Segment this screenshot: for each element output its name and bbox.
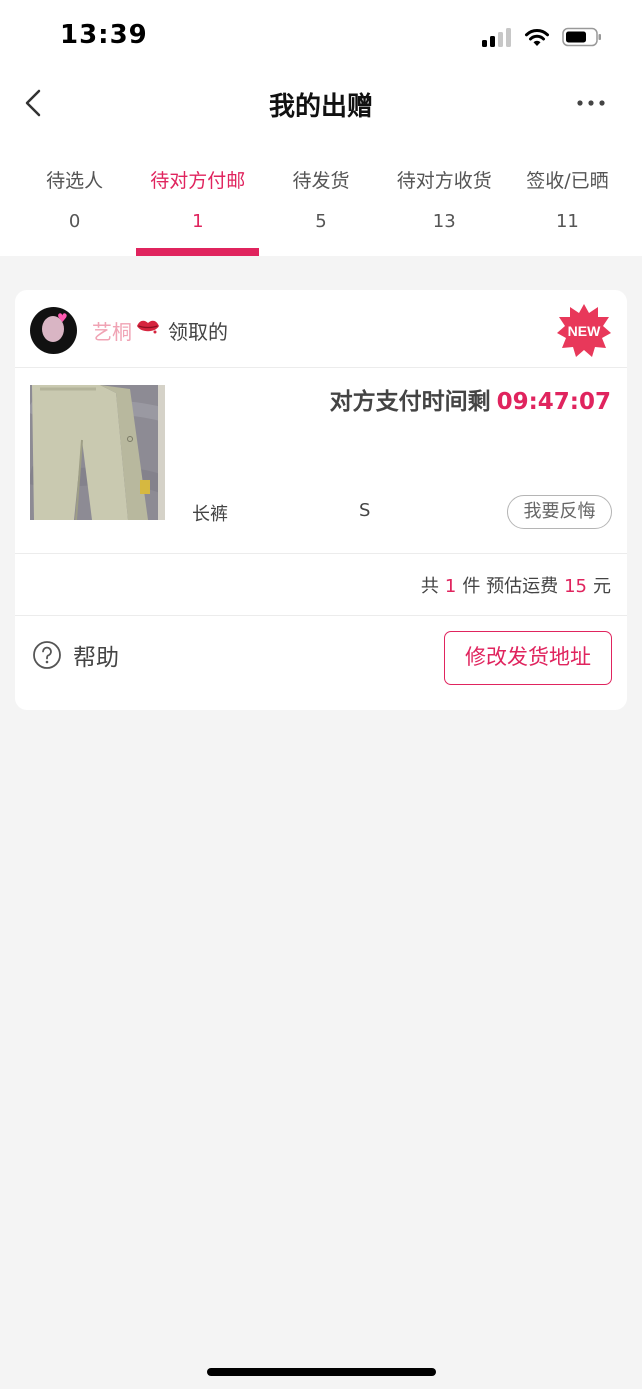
tab-label: 签收/已晒 xyxy=(526,170,609,192)
wifi-icon xyxy=(525,29,549,46)
order-summary: 共1件 预估运费 15 元 xyxy=(421,572,611,598)
item-count: 1 xyxy=(444,576,457,597)
item-name: 长裤 xyxy=(192,504,228,525)
tab-pending-receipt[interactable]: 待对方收货 13 xyxy=(383,166,506,256)
home-indicator[interactable] xyxy=(207,1368,436,1376)
new-starburst-icon: NEW xyxy=(557,304,611,357)
shipping-fee: 15 xyxy=(564,576,587,597)
lips-icon xyxy=(137,320,159,334)
divider xyxy=(15,553,627,554)
username[interactable]: 艺桐 xyxy=(92,316,132,345)
tab-pending-select[interactable]: 待选人 0 xyxy=(13,166,136,256)
tab-label: 待对方收货 xyxy=(396,170,492,192)
avatar[interactable]: ♥ xyxy=(30,307,77,354)
tab-label: 待对方付邮 xyxy=(150,170,246,192)
status-time: 13:39 xyxy=(60,20,148,50)
tab-count: 5 xyxy=(315,211,327,232)
heart-icon: ♥ xyxy=(57,311,68,325)
summary-unit: 件 预估运费 xyxy=(462,576,559,597)
tab-pending-shipment[interactable]: 待发货 5 xyxy=(259,166,382,256)
page-title: 我的出赠 xyxy=(268,92,373,122)
payment-countdown: 对方支付时间剩 09:47:07 xyxy=(330,382,611,416)
pants-photo xyxy=(30,385,165,520)
status-tabs: 待选人 0 待对方付邮 1 待发货 5 待对方收货 13 签收/已晒 11 xyxy=(13,166,629,256)
signal-icon xyxy=(482,28,511,47)
tab-pending-postage[interactable]: 待对方付邮 1 xyxy=(136,166,260,256)
item-size: S xyxy=(359,500,371,521)
product-image[interactable] xyxy=(30,385,165,520)
tab-count: 11 xyxy=(555,211,579,232)
battery-icon xyxy=(562,27,601,47)
tab-label: 待选人 xyxy=(46,170,104,192)
currency: 元 xyxy=(593,576,611,597)
countdown-time: 09:47:07 xyxy=(496,389,611,415)
tab-count: 0 xyxy=(68,211,81,232)
tab-received-shared[interactable]: 签收/已晒 11 xyxy=(506,166,629,256)
question-circle-icon xyxy=(33,641,61,669)
help-label: 帮助 xyxy=(73,645,119,671)
order-card: ♥ 艺桐 领取的 NEW 对方支付时间剩 09:47:07 长裤 S 我要反悔 … xyxy=(15,290,627,710)
top-section: 13:39 我的出赠 待选人 0 待对方付邮 1 待发货 5 待对方收货 13 … xyxy=(0,0,642,256)
claimed-label: 领取的 xyxy=(168,320,228,344)
new-badge-text: NEW xyxy=(568,323,601,339)
tab-count: 1 xyxy=(192,211,204,232)
regret-button[interactable]: 我要反悔 xyxy=(507,495,612,529)
divider xyxy=(15,615,627,616)
new-badge: NEW xyxy=(556,303,612,359)
card-header: ♥ 艺桐 领取的 NEW xyxy=(15,290,627,368)
tab-label: 待发货 xyxy=(292,170,350,192)
help-link[interactable]: 帮助 xyxy=(32,638,119,672)
summary-prefix: 共 xyxy=(420,576,439,597)
more-dots-icon[interactable] xyxy=(576,96,606,110)
modify-address-button[interactable]: 修改发货地址 xyxy=(444,631,612,685)
tab-count: 13 xyxy=(432,211,456,232)
countdown-label: 对方支付时间剩 xyxy=(329,389,491,415)
tab-underline xyxy=(136,248,260,256)
status-icons xyxy=(482,24,602,50)
